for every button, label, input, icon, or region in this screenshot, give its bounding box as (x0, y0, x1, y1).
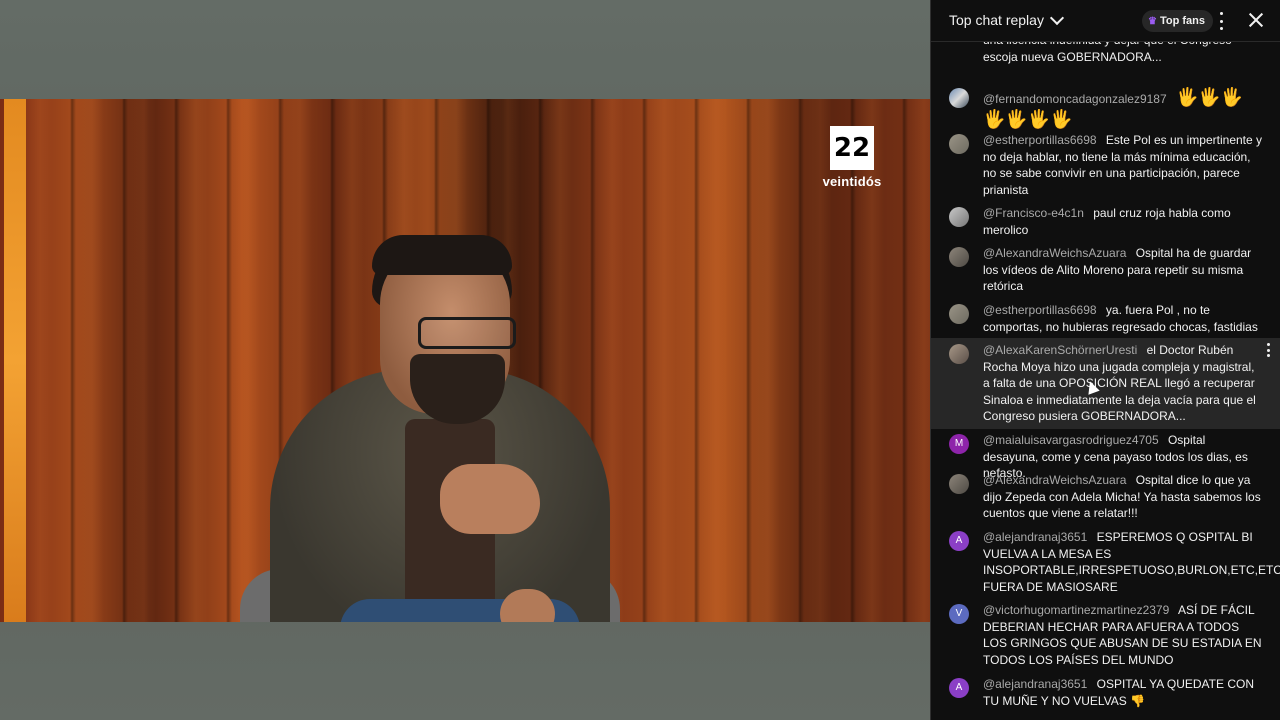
author-name[interactable]: @alejandranaj3651 (983, 677, 1087, 691)
chat-message: una licencia indefinida y dejar que el C… (931, 42, 1280, 65)
message-text: una licencia indefinida y dejar que el C… (983, 42, 1232, 64)
speaker-glasses (418, 317, 516, 349)
top-fans-label: Top fans (1159, 15, 1205, 27)
chat-message: @AlexandraWeichsAzuara Ospital ha de gua… (931, 245, 1280, 295)
author-name[interactable]: @AlexandraWeichsAzuara (983, 246, 1126, 260)
author-name[interactable]: @AlexandraWeichsAzuara (983, 473, 1126, 487)
avatar[interactable]: M (949, 434, 969, 454)
author-name[interactable]: @estherportillas6698 (983, 303, 1097, 317)
avatar[interactable] (949, 134, 969, 154)
chat-message: @fernandomoncadagonzalez9187 🖐🖐🖐🖐🖐🖐🖐 (931, 86, 1280, 130)
avatar[interactable]: A (949, 531, 969, 551)
crown-icon: ♛ (1148, 15, 1157, 27)
speaker-hand (440, 464, 540, 534)
chat-mode-dropdown[interactable]: Top chat replay (949, 10, 1065, 28)
close-icon[interactable] (1247, 11, 1265, 29)
chevron-down-icon (1049, 10, 1065, 25)
avatar[interactable] (949, 304, 969, 324)
author-name[interactable]: @victorhugomartinezmartinez2379 (983, 603, 1169, 617)
chat-title: Top chat replay (949, 12, 1044, 28)
logo-word: veintidós (822, 174, 882, 189)
video-frame[interactable] (0, 99, 930, 622)
channel-logo: 22 veintidós (821, 126, 883, 189)
author-name[interactable]: @Francisco-e4c1n (983, 206, 1084, 220)
chat-message: @estherportillas6698 Este Pol es un impe… (931, 132, 1280, 198)
avatar[interactable]: V (949, 604, 969, 624)
top-fans-button[interactable]: ♛ Top fans (1142, 10, 1213, 32)
author-name[interactable]: @maialuisavargasrodriguez4705 (983, 433, 1159, 447)
author-name[interactable]: @fernandomoncadagonzalez9187 (983, 92, 1167, 106)
chat-message-list[interactable]: una licencia indefinida y dejar que el C… (931, 42, 1280, 720)
avatar[interactable] (949, 88, 969, 108)
speaker-hair-top (372, 235, 512, 275)
more-options-icon[interactable] (1217, 12, 1225, 30)
avatar[interactable] (949, 344, 969, 364)
chat-message: V @victorhugomartinezmartinez2379 ASÍ DE… (931, 602, 1280, 668)
author-name[interactable]: @alejandranaj3651 (983, 530, 1087, 544)
chat-message: @AlexandraWeichsAzuara Ospital dice lo q… (931, 472, 1280, 522)
avatar[interactable] (949, 247, 969, 267)
video-player-area[interactable]: 22 veintidós (0, 0, 930, 720)
chat-header: Top chat replay ♛ Top fans (931, 0, 1280, 42)
avatar[interactable] (949, 207, 969, 227)
avatar[interactable]: A (949, 678, 969, 698)
chat-message: @estherportillas6698 ya. fuera Pol , no … (931, 302, 1280, 335)
message-menu-icon[interactable] (1266, 343, 1270, 357)
live-chat-panel: Top chat replay ♛ Top fans una licencia … (930, 0, 1280, 720)
logo-number: 22 (830, 126, 874, 170)
author-name[interactable]: @estherportillas6698 (983, 133, 1097, 147)
chat-message: A @alejandranaj3651 OSPITAL YA QUEDATE C… (931, 676, 1280, 709)
chat-message: A @alejandranaj3651 ESPEREMOS Q OSPITAL … (931, 529, 1280, 595)
chat-message: @Francisco-e4c1n paul cruz roja habla co… (931, 205, 1280, 238)
author-name[interactable]: @AlexaKarenSchörnerUresti (983, 343, 1137, 357)
chat-message-hovered: @AlexaKarenSchörnerUresti el Doctor Rubé… (931, 338, 1280, 429)
studio-light-strip (4, 99, 26, 622)
avatar[interactable] (949, 474, 969, 494)
